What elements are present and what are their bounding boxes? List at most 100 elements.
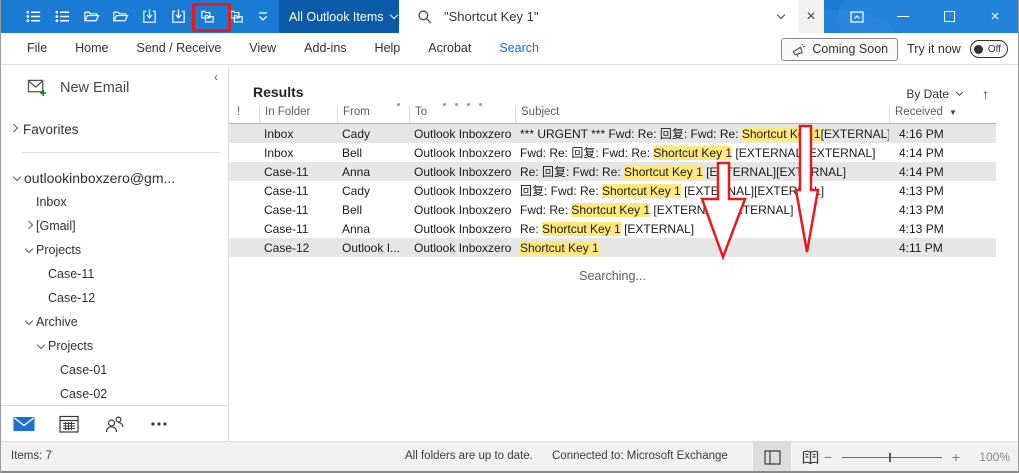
sort-direction-icon[interactable]: ↑ — [982, 86, 989, 102]
menu-tab-add-ins[interactable]: Add-ins — [290, 33, 360, 64]
sort-controls[interactable]: By Date ↑ — [906, 86, 989, 102]
subject-cell: Re: 回复: Fwd: Re: Shortcut Key 1 [EXTERNA… — [520, 165, 847, 179]
menu-tab-help[interactable]: Help — [361, 33, 415, 64]
try-it-now-label: Try it now — [907, 42, 961, 56]
menu-tab-file[interactable]: File — [13, 33, 61, 64]
folder-label: Case-02 — [60, 387, 108, 401]
from-cell: Cady — [342, 126, 371, 141]
message-row[interactable]: Case-11 Bell Outlook Inboxzero Fwd: Re: Sho… — [229, 200, 996, 219]
menu-tab-home[interactable]: Home — [61, 33, 122, 64]
search-close-button[interactable]: × — [798, 0, 824, 33]
message-row[interactable]: Case-12 Outlook I... Outlook Inboxzero Shor… — [229, 238, 996, 257]
folder-item--gmail-[interactable]: [Gmail] — [1, 214, 228, 238]
search-scope-dropdown[interactable]: All Outlook Items — [279, 0, 399, 33]
subject-cell: Re: Shortcut Key 1 [EXTERNAL] — [520, 221, 695, 236]
to-cell: Outlook Inboxzero — [414, 145, 512, 160]
bullet-list-icon[interactable] — [24, 8, 42, 26]
calendar-nav-button[interactable] — [46, 413, 91, 435]
window-controls: × — [834, 0, 1018, 33]
mail-nav-button[interactable] — [1, 413, 46, 435]
column-headers: ! In Folder From To Subject Received ▼ — [229, 106, 996, 123]
coming-soon-toggle[interactable]: Off — [969, 40, 1008, 58]
folder-tree: outlookinboxzero@gm... Inbox [Gmail] Projec… — [1, 166, 228, 406]
chevron-down-icon[interactable] — [24, 316, 33, 325]
status-bar: Items: 7 All folders are up to date. Con… — [1, 441, 1018, 472]
folder-item-inbox[interactable]: Inbox — [1, 190, 228, 214]
column-in-folder[interactable]: In Folder — [259, 106, 337, 123]
collapse-pane-icon[interactable]: ‹ — [214, 70, 218, 84]
menu-tab-search[interactable]: Search — [485, 33, 553, 64]
ellipsis-nav-button[interactable] — [136, 413, 181, 435]
toggle-knob — [973, 44, 983, 54]
maximize-button[interactable] — [926, 0, 972, 33]
message-row[interactable]: Case-11 Anna Outlook Inboxzero Re: Shortcut… — [229, 219, 996, 238]
title-bar: All Outlook Items "Shortcut Key 1" × × — [1, 0, 1018, 33]
column-to[interactable]: To — [409, 106, 515, 123]
folder-label: outlookinboxzero@gm... — [24, 170, 176, 186]
zoom-slider-thumb[interactable] — [889, 452, 891, 462]
normal-view-button[interactable] — [753, 442, 791, 472]
message-row[interactable]: Inbox Cady Outlook Inboxzero *** URGENT ***… — [229, 124, 996, 143]
message-row[interactable]: Inbox Bell Outlook Inboxzero Fwd: Re: 回复: F… — [229, 143, 996, 162]
message-row[interactable]: Case-11 Anna Outlook Inboxzero Re: 回复: Fwd:… — [229, 162, 996, 181]
copy-folder-icon[interactable] — [227, 8, 245, 26]
sort-by-label[interactable]: By Date — [906, 87, 949, 101]
folder-item-case-01[interactable]: Case-01 — [1, 358, 228, 382]
subject-cell: *** URGENT *** Fwd: Re: 回复: Fwd: Re: Sho… — [520, 127, 889, 141]
search-term-highlight: Shortcut Key 1 — [741, 127, 821, 141]
column-subject[interactable]: Subject — [515, 106, 889, 123]
copy-folder-icon[interactable] — [198, 8, 216, 26]
folder-item-outlookinboxzero-gm-[interactable]: outlookinboxzero@gm... — [1, 166, 228, 190]
search-input[interactable]: "Shortcut Key 1" — [444, 9, 778, 24]
chevron-down-icon[interactable] — [36, 340, 45, 349]
zoom-out-button[interactable]: − — [820, 449, 836, 465]
search-icon — [418, 10, 432, 24]
ribbon-display-options-button[interactable] — [834, 0, 880, 33]
from-cell: Outlook I... — [342, 240, 401, 255]
connection-status: Connected to: Microsoft Exchange — [552, 450, 728, 462]
menu-tab-view[interactable]: View — [235, 33, 290, 64]
in-folder-cell: Case-12 — [264, 240, 310, 255]
chevron-down-icon — [390, 10, 399, 20]
toggle-state-label: Off — [987, 43, 1001, 55]
favorites-section[interactable]: Favorites — [9, 122, 79, 137]
from-cell: Anna — [342, 221, 371, 236]
folder-item-case-11[interactable]: Case-11 — [1, 262, 228, 286]
open-folder-icon[interactable] — [111, 8, 129, 26]
chevron-down-icon[interactable] — [12, 172, 21, 181]
folder-item-projects[interactable]: Projects — [1, 334, 228, 358]
column-received[interactable]: Received ▼ — [889, 106, 996, 123]
received-cell: 4:13 PM — [899, 183, 944, 198]
in-folder-cell: Inbox — [264, 126, 294, 141]
menu-tab-acrobat[interactable]: Acrobat — [414, 33, 485, 64]
coming-soon-button[interactable]: Coming Soon — [781, 37, 899, 61]
move-to-folder-icon[interactable] — [169, 8, 187, 26]
search-box[interactable]: "Shortcut Key 1" × — [399, 0, 824, 33]
new-email-button[interactable]: New Email — [27, 78, 129, 97]
folder-label: Inbox — [36, 195, 67, 209]
subject-cell: Fwd: Re: Shortcut Key 1 [EXTERNAL][EXTER… — [520, 202, 794, 217]
zoom-in-button[interactable]: + — [948, 449, 964, 465]
close-button[interactable]: × — [972, 0, 1018, 33]
folder-item-projects[interactable]: Projects — [1, 238, 228, 262]
minimize-button[interactable] — [880, 0, 926, 33]
bullet-list-icon[interactable] — [53, 8, 71, 26]
search-term-highlight: Shortcut Key 1 — [520, 240, 599, 255]
folder-item-case-12[interactable]: Case-12 — [1, 286, 228, 310]
search-term-highlight: Shortcut Key 1 — [602, 184, 681, 198]
people-nav-button[interactable] — [91, 413, 136, 435]
qat-overflow-chevron-icon[interactable] — [256, 8, 270, 24]
search-suggestions-chevron-icon[interactable] — [776, 10, 786, 20]
column-importance[interactable]: ! — [229, 106, 259, 123]
chevron-right-icon[interactable] — [24, 220, 33, 229]
move-to-folder-icon[interactable] — [140, 8, 158, 26]
outlook-window: All Outlook Items "Shortcut Key 1" × × F… — [0, 0, 1019, 473]
chevron-down-icon[interactable] — [24, 244, 33, 253]
folder-item-case-02[interactable]: Case-02 — [1, 382, 228, 406]
zoom-slider[interactable] — [842, 452, 942, 462]
menu-tab-send-receive[interactable]: Send / Receive — [123, 33, 236, 64]
column-from[interactable]: From — [337, 106, 409, 123]
open-folder-icon[interactable] — [82, 8, 100, 26]
folder-item-archive[interactable]: Archive — [1, 310, 228, 334]
message-row[interactable]: Case-11 Cady Outlook Inboxzero 回复: Fwd: Re:… — [229, 181, 996, 200]
